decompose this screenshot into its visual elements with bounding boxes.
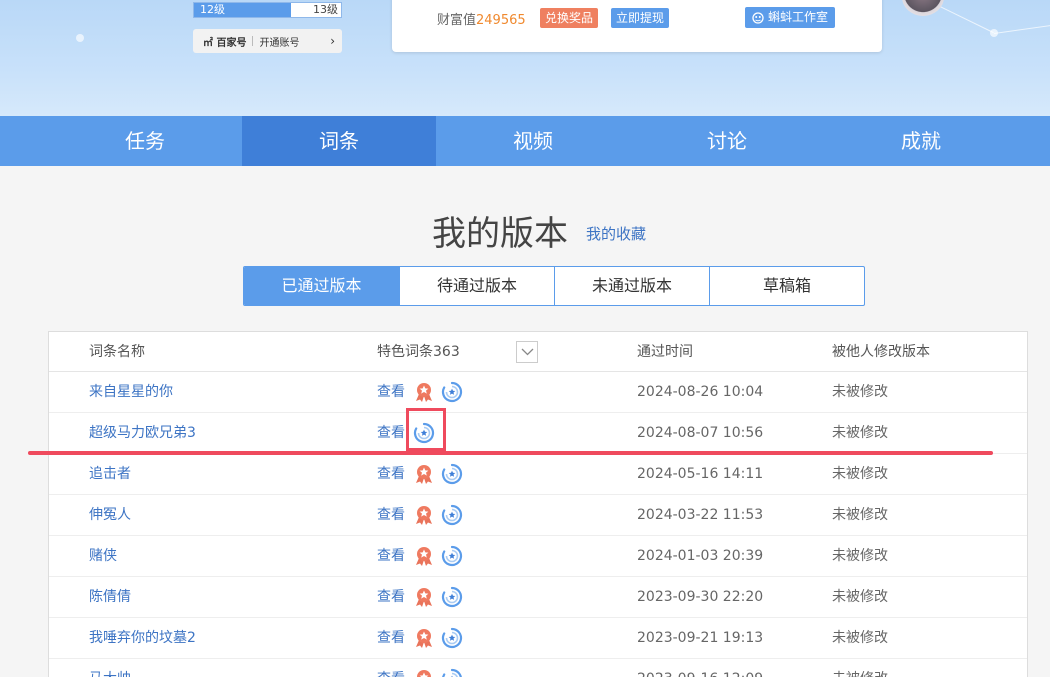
header-banner: 12级 13级 ㎡ 百家号 开通账号 › 财富值249565 兑换奖品 立即提现…	[0, 0, 1050, 116]
approval-time: 2024-05-16 14:11	[637, 466, 764, 482]
view-link[interactable]: 查看	[377, 659, 405, 677]
entry-name-link[interactable]: 伸冤人	[89, 495, 131, 536]
my-favorites-link[interactable]: 我的收藏	[586, 223, 646, 244]
level-current: 12级	[200, 3, 225, 16]
chevron-right-icon: ›	[330, 34, 335, 48]
tab-approved[interactable]: 已通过版本	[244, 267, 399, 305]
level-next: 13级	[313, 3, 338, 16]
main-nav: 任务 词条 视频 讨论 成就	[0, 116, 1050, 166]
entry-name-link[interactable]: 马大帅	[89, 659, 131, 677]
decor-dot	[76, 34, 84, 42]
nav-tab-videos[interactable]: 视频	[436, 116, 630, 166]
modified-status: 未被修改	[832, 425, 888, 441]
header-name: 词条名称	[89, 344, 145, 360]
table-header: 词条名称 特色词条363 通过时间 被他人修改版本	[49, 332, 1027, 372]
modified-status: 未被修改	[832, 548, 888, 564]
approval-time: 2023-09-16 12:09	[637, 659, 763, 677]
tab-pending[interactable]: 待通过版本	[399, 267, 554, 305]
baijiahao-button[interactable]: ㎡ 百家号 开通账号 ›	[193, 29, 342, 53]
modified-status: 未被修改	[832, 659, 888, 677]
approval-time: 2024-08-26 10:04	[637, 384, 764, 400]
approval-time: 2023-09-21 19:13	[637, 630, 764, 646]
table-row: 赌侠 查看 2024-01-03 20:39 未被修改	[49, 536, 1027, 577]
level-progress-bar: 12级 13级	[193, 2, 342, 18]
tab-drafts[interactable]: 草稿箱	[709, 267, 864, 305]
medal-icon	[413, 545, 435, 567]
nav-tab-discussion[interactable]: 讨论	[630, 116, 824, 166]
redeem-prize-button[interactable]: 兑换奖品	[540, 8, 599, 28]
wealth-label: 财富值	[437, 13, 477, 28]
featured-star-icon	[441, 381, 463, 403]
featured-star-icon	[441, 586, 463, 608]
view-link[interactable]: 查看	[377, 372, 405, 413]
featured-star-icon	[441, 627, 463, 649]
table-row: 马大帅 查看 2023-09-16 12:09 未被修改	[49, 659, 1027, 677]
withdraw-button[interactable]: 立即提现	[611, 8, 670, 28]
wealth-value: 249565	[476, 13, 526, 28]
modified-status: 未被修改	[832, 384, 888, 400]
medal-icon	[413, 668, 435, 677]
tadpole-icon	[752, 11, 764, 24]
baijiahao-logo: ㎡ 百家号	[203, 37, 247, 49]
approval-time: 2023-09-30 22:20	[637, 589, 764, 605]
wealth-card: 财富值249565 兑换奖品 立即提现 蝌蚪工作室	[392, 0, 882, 52]
view-link[interactable]: 查看	[377, 454, 405, 495]
nav-tab-entries[interactable]: 词条	[242, 116, 436, 166]
view-link[interactable]: 查看	[377, 577, 405, 618]
table-row: 追击者 查看 2024-05-16 14:11 未被修改	[49, 454, 1027, 495]
open-account-label: 开通账号	[259, 37, 300, 49]
entry-name-link[interactable]: 追击者	[89, 454, 131, 495]
view-link[interactable]: 查看	[377, 413, 405, 454]
medal-icon	[413, 586, 435, 608]
nav-tab-tasks[interactable]: 任务	[48, 116, 242, 166]
entry-name-link[interactable]: 我唾弃你的坟墓2	[89, 618, 196, 659]
table-row: 我唾弃你的坟墓2 查看 2023-09-21 19:13 未被修改	[49, 618, 1027, 659]
medal-icon	[413, 504, 435, 526]
medal-icon	[413, 381, 435, 403]
chevron-down-icon	[521, 348, 534, 356]
view-link[interactable]: 查看	[377, 618, 405, 659]
approval-time: 2024-03-22 11:53	[637, 507, 764, 523]
entry-name-link[interactable]: 赌侠	[89, 536, 117, 577]
divider	[252, 36, 254, 46]
nav-tab-achievements[interactable]: 成就	[824, 116, 1018, 166]
modified-status: 未被修改	[832, 507, 888, 523]
featured-star-icon	[441, 463, 463, 485]
studio-label: 蝌蚪工作室	[768, 10, 829, 24]
entry-name-link[interactable]: 陈倩倩	[89, 577, 131, 618]
view-link[interactable]: 查看	[377, 495, 405, 536]
tab-rejected[interactable]: 未通过版本	[554, 267, 709, 305]
featured-star-icon	[441, 545, 463, 567]
medal-icon	[413, 463, 435, 485]
featured-star-icon	[441, 504, 463, 526]
entry-name-link[interactable]: 来自星星的你	[89, 372, 173, 413]
header-featured: 特色词条363	[377, 344, 460, 360]
page-title: 我的版本	[432, 214, 568, 254]
decor-line	[994, 24, 1050, 34]
header-time: 通过时间	[637, 344, 693, 360]
table-row: 陈倩倩 查看 2023-09-30 22:20 未被修改	[49, 577, 1027, 618]
highlight-underline	[28, 451, 993, 455]
wealth-display: 财富值249565	[437, 9, 526, 28]
view-link[interactable]: 查看	[377, 536, 405, 577]
featured-filter-dropdown[interactable]	[516, 341, 538, 363]
highlight-box	[406, 408, 446, 451]
version-tabs: 已通过版本 待通过版本 未通过版本 草稿箱	[243, 266, 865, 306]
table-row: 伸冤人 查看 2024-03-22 11:53 未被修改	[49, 495, 1027, 536]
versions-table: 词条名称 特色词条363 通过时间 被他人修改版本 来自星星的你 查看 2024-0…	[48, 331, 1028, 677]
table-row: 超级马力欧兄弟3 查看 2024-08-07 10:56 未被修改	[49, 413, 1027, 454]
table-row: 来自星星的你 查看 2024-08-26 10:04 未被修改	[49, 372, 1027, 413]
entry-name-link[interactable]: 超级马力欧兄弟3	[89, 413, 196, 454]
approval-time: 2024-08-07 10:56	[637, 425, 764, 441]
modified-status: 未被修改	[832, 466, 888, 482]
decor-line	[937, 5, 994, 34]
header-modified: 被他人修改版本	[832, 344, 930, 360]
avatar[interactable]	[902, 0, 944, 16]
studio-button[interactable]: 蝌蚪工作室	[745, 7, 836, 28]
modified-status: 未被修改	[832, 630, 888, 646]
modified-status: 未被修改	[832, 589, 888, 605]
approval-time: 2024-01-03 20:39	[637, 548, 764, 564]
medal-icon	[413, 627, 435, 649]
featured-star-icon	[441, 668, 463, 677]
